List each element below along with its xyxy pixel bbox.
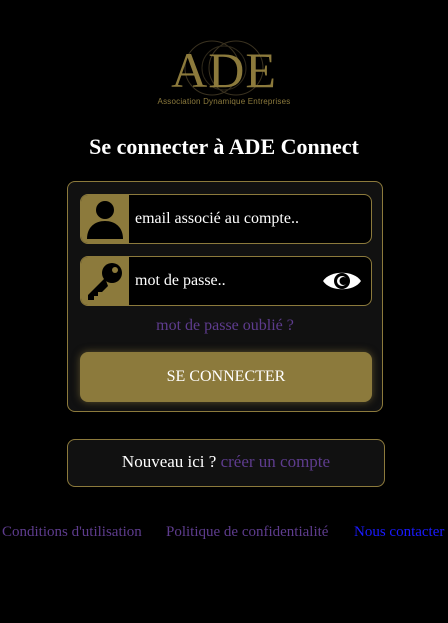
logo-text: ADE: [171, 42, 277, 98]
create-account-link[interactable]: créer un compte: [221, 452, 331, 471]
signup-box: Nouveau ici ? créer un compte: [67, 439, 385, 487]
email-field: [80, 194, 372, 244]
password-field: [80, 256, 372, 306]
password-input[interactable]: [129, 257, 319, 305]
login-page: ADE Association Dynamique Entreprises Se…: [0, 0, 448, 623]
contact-link[interactable]: Nous contacter: [354, 524, 444, 541]
ade-logo: ADE Association Dynamique Entreprises: [0, 38, 448, 114]
terms-link[interactable]: Conditions d'utilisation: [2, 524, 142, 541]
key-icon: [81, 257, 129, 305]
footer-links: Conditions d'utilisation Politique de co…: [0, 524, 448, 546]
user-icon: [81, 195, 129, 243]
forgot-password-link[interactable]: mot de passe oublié ?: [68, 317, 382, 335]
eye-icon[interactable]: [321, 267, 363, 295]
page-title: Se connecter à ADE Connect: [89, 134, 359, 159]
signup-prompt: Nouveau ici ?: [121, 452, 221, 471]
login-button[interactable]: SE CONNECTER: [80, 352, 372, 402]
login-form: mot de passe oublié ? SE CONNECTER: [67, 181, 383, 412]
logo-subtitle: Association Dynamique Entreprises: [157, 97, 291, 106]
privacy-link[interactable]: Politique de confidentialité: [166, 524, 328, 541]
email-input[interactable]: [129, 195, 319, 243]
